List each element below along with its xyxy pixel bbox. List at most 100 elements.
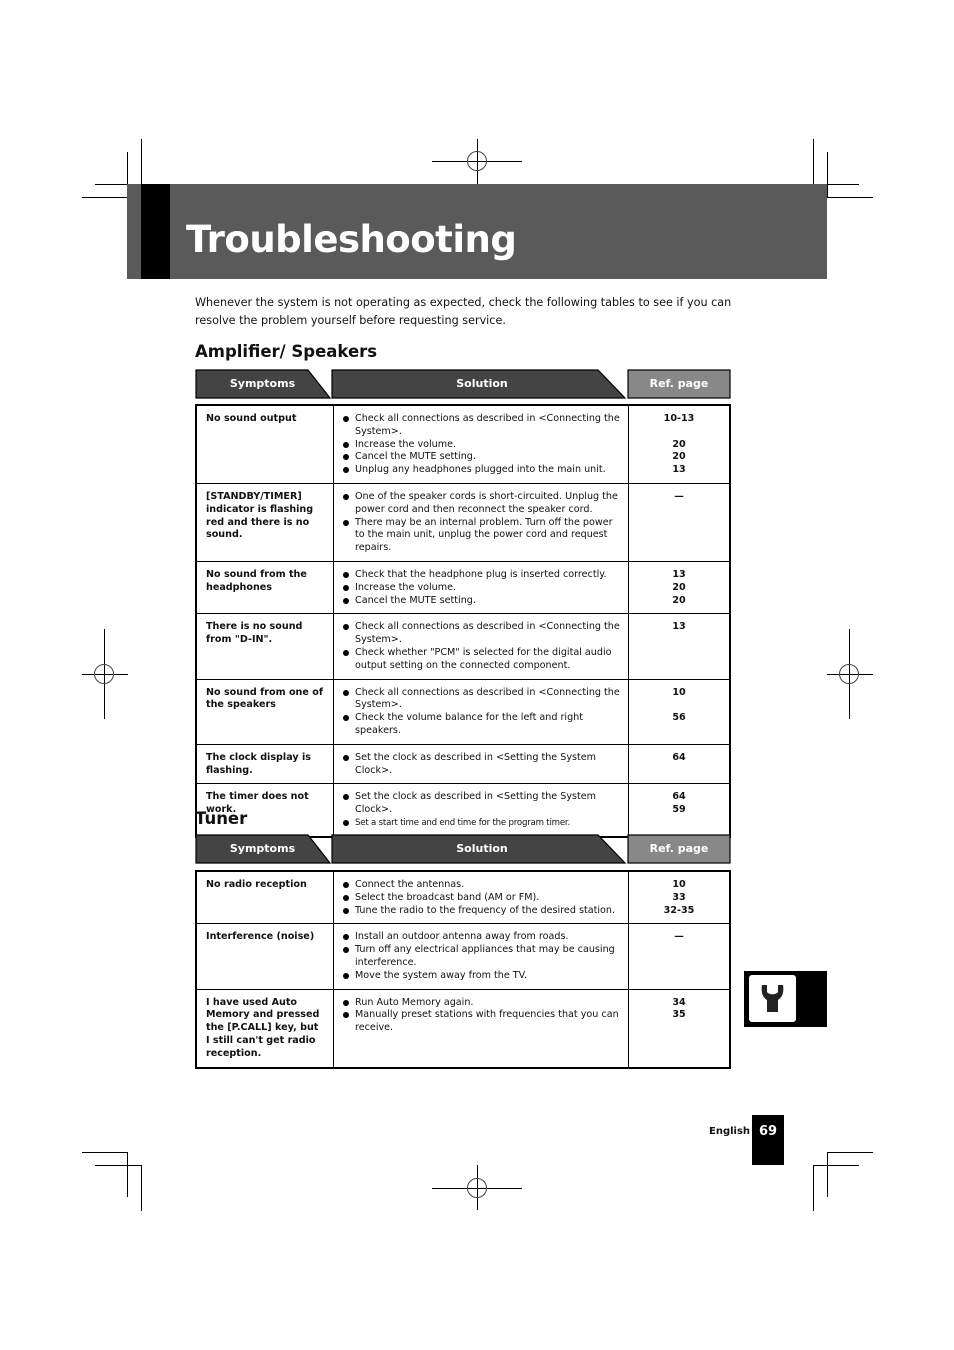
ref-page-number: 59 (672, 804, 686, 816)
table-row: No sound from one of the speakers Check a… (195, 678, 731, 745)
symptom-cell: There is no sound from "D-IN". (195, 613, 334, 680)
solution-list: One of the speaker cords is short-circui… (342, 491, 620, 555)
solution-cell: Set the clock as described in <Setting t… (333, 743, 629, 785)
crop-mark (141, 1165, 142, 1211)
table-header-amplifier: Symptoms Solution Ref. page (195, 369, 731, 399)
ref-page-number: 64 (672, 791, 686, 803)
ref-page-number: 10 (672, 686, 686, 698)
symptom-cell: No sound from the headphones (195, 560, 334, 615)
symptom-cell: The clock display is flashing. (195, 743, 334, 785)
solution-item: Tune the radio to the frequency of the d… (342, 905, 620, 918)
section-title-amplifier-speakers: Amplifier/ Speakers (195, 342, 378, 361)
column-header-symptoms: Symptoms (229, 377, 296, 390)
solution-item: Move the system away from the TV. (342, 970, 620, 983)
crop-mark (127, 1152, 128, 1197)
ref-page-cell: 34 35 (628, 988, 731, 1069)
intro-text: Whenever the system is not operating as … (195, 296, 732, 327)
crop-mark (827, 197, 873, 198)
ref-page-number: 56 (672, 712, 686, 724)
table-row: No sound output Check all connections as … (195, 404, 731, 484)
page-title: Troubleshooting (186, 218, 517, 261)
solution-item: Connect the antennas. (342, 879, 620, 892)
column-header-ref-page: Ref. page (649, 377, 709, 390)
ref-page-number: 32-35 (663, 904, 695, 916)
ref-page-number: 64 (672, 751, 686, 763)
solution-cell: Check all connections as described in <C… (333, 404, 629, 484)
solution-list: Set the clock as described in <Setting t… (342, 752, 620, 778)
solution-item: Manually preset stations with frequencie… (342, 1009, 620, 1035)
solution-item: Run Auto Memory again. (342, 997, 620, 1010)
crop-mark (827, 152, 828, 197)
solution-list: Connect the antennas. Select the broadcas… (342, 879, 620, 917)
ref-page-cell: 64 (628, 743, 731, 785)
solution-item: Cancel the MUTE setting. (342, 451, 620, 464)
solution-item: Check all connections as described in <C… (342, 687, 620, 713)
solution-item: Check that the headphone plug is inserte… (342, 569, 620, 582)
crop-mark (827, 1152, 873, 1153)
ref-page-cell: 10 33 32-35 (628, 870, 731, 925)
crop-mark (813, 1165, 859, 1166)
solution-cell: Check that the headphone plug is inserte… (333, 560, 629, 615)
ref-page-number: 13 (672, 464, 686, 476)
section-title-tuner: Tuner (195, 809, 248, 828)
column-header-solution: Solution (456, 842, 508, 855)
symptom-cell: I have used Auto Memory and pressed the … (195, 988, 334, 1069)
table-row: The clock display is flashing. Set the cl… (195, 743, 731, 785)
ref-page-cell: — (628, 482, 731, 562)
crop-mark (813, 139, 814, 184)
solution-item: Unplug any headphones plugged into the m… (342, 464, 620, 477)
ref-page-number: 10-13 (663, 413, 695, 424)
language-label: English (709, 1126, 751, 1137)
ref-page-number: 20 (672, 451, 686, 463)
ref-page-cell: 10 56 (628, 678, 731, 745)
ref-page-number (633, 426, 725, 439)
table-row: No sound from the headphones Check that t… (195, 560, 731, 615)
solution-item: Turn off any electrical appliances that … (342, 944, 620, 970)
solution-cell: Check all connections as described in <C… (333, 613, 629, 680)
ref-page-number (633, 699, 725, 712)
column-header-solution: Solution (456, 377, 508, 390)
ref-page-cell: 10-13 20 20 13 (628, 404, 731, 484)
table-row: There is no sound from "D-IN". Check all … (195, 613, 731, 680)
crop-mark (827, 1152, 828, 1197)
troubleshooting-table-tuner: No radio reception Connect the antennas. S… (195, 870, 731, 1069)
solution-item: Select the broadcast band (AM or FM). (342, 892, 620, 905)
solution-item: Set a start time and end time for the pr… (342, 817, 620, 830)
symptom-cell: No sound output (195, 404, 334, 484)
solution-cell: Install an outdoor antenna away from roa… (333, 923, 629, 990)
ref-page-number: 33 (672, 891, 686, 903)
crop-mark (82, 197, 128, 198)
column-header-symptoms: Symptoms (229, 842, 296, 855)
ref-page-cell: 64 59 (628, 783, 731, 838)
ref-page-number: 10 (672, 879, 686, 890)
symptom-cell: Interference (noise) (195, 923, 334, 990)
solution-item: Check all connections as described in <C… (342, 413, 620, 439)
solution-item: One of the speaker cords is short-circui… (342, 491, 620, 517)
crop-mark (95, 1165, 141, 1166)
solution-list: Run Auto Memory again. Manually preset st… (342, 997, 620, 1035)
solution-item: Set the clock as described in <Setting t… (342, 752, 620, 778)
ref-page-cell: — (628, 923, 731, 990)
solution-item: Set the clock as described in <Setting t… (342, 791, 620, 817)
solution-cell: Check all connections as described in <C… (333, 678, 629, 745)
symptom-cell: No sound from one of the speakers (195, 678, 334, 745)
solution-list: Install an outdoor antenna away from roa… (342, 931, 620, 982)
ref-page-number: — (674, 490, 684, 502)
ref-page-cell: 13 20 20 (628, 560, 731, 615)
solution-cell: Set the clock as described in <Setting t… (333, 783, 629, 838)
solution-cell: One of the speaker cords is short-circui… (333, 482, 629, 562)
table-row: I have used Auto Memory and pressed the … (195, 988, 731, 1069)
solution-list: Check all connections as described in <C… (342, 621, 620, 672)
side-tab-icon-box (747, 973, 798, 1024)
ref-page-number: 20 (672, 581, 686, 593)
table-row: No radio reception Connect the antennas. S… (195, 870, 731, 925)
title-banner-accent (141, 184, 170, 279)
crop-mark (82, 1152, 128, 1153)
solution-item: Install an outdoor antenna away from roa… (342, 931, 620, 944)
table-row: Interference (noise) Install an outdoor a… (195, 923, 731, 990)
solution-item: Cancel the MUTE setting. (342, 595, 620, 608)
column-header-ref-page: Ref. page (649, 842, 709, 855)
ref-page-number: 20 (672, 594, 686, 606)
solution-cell: Run Auto Memory again. Manually preset st… (333, 988, 629, 1069)
ref-page-number: 13 (672, 568, 686, 580)
